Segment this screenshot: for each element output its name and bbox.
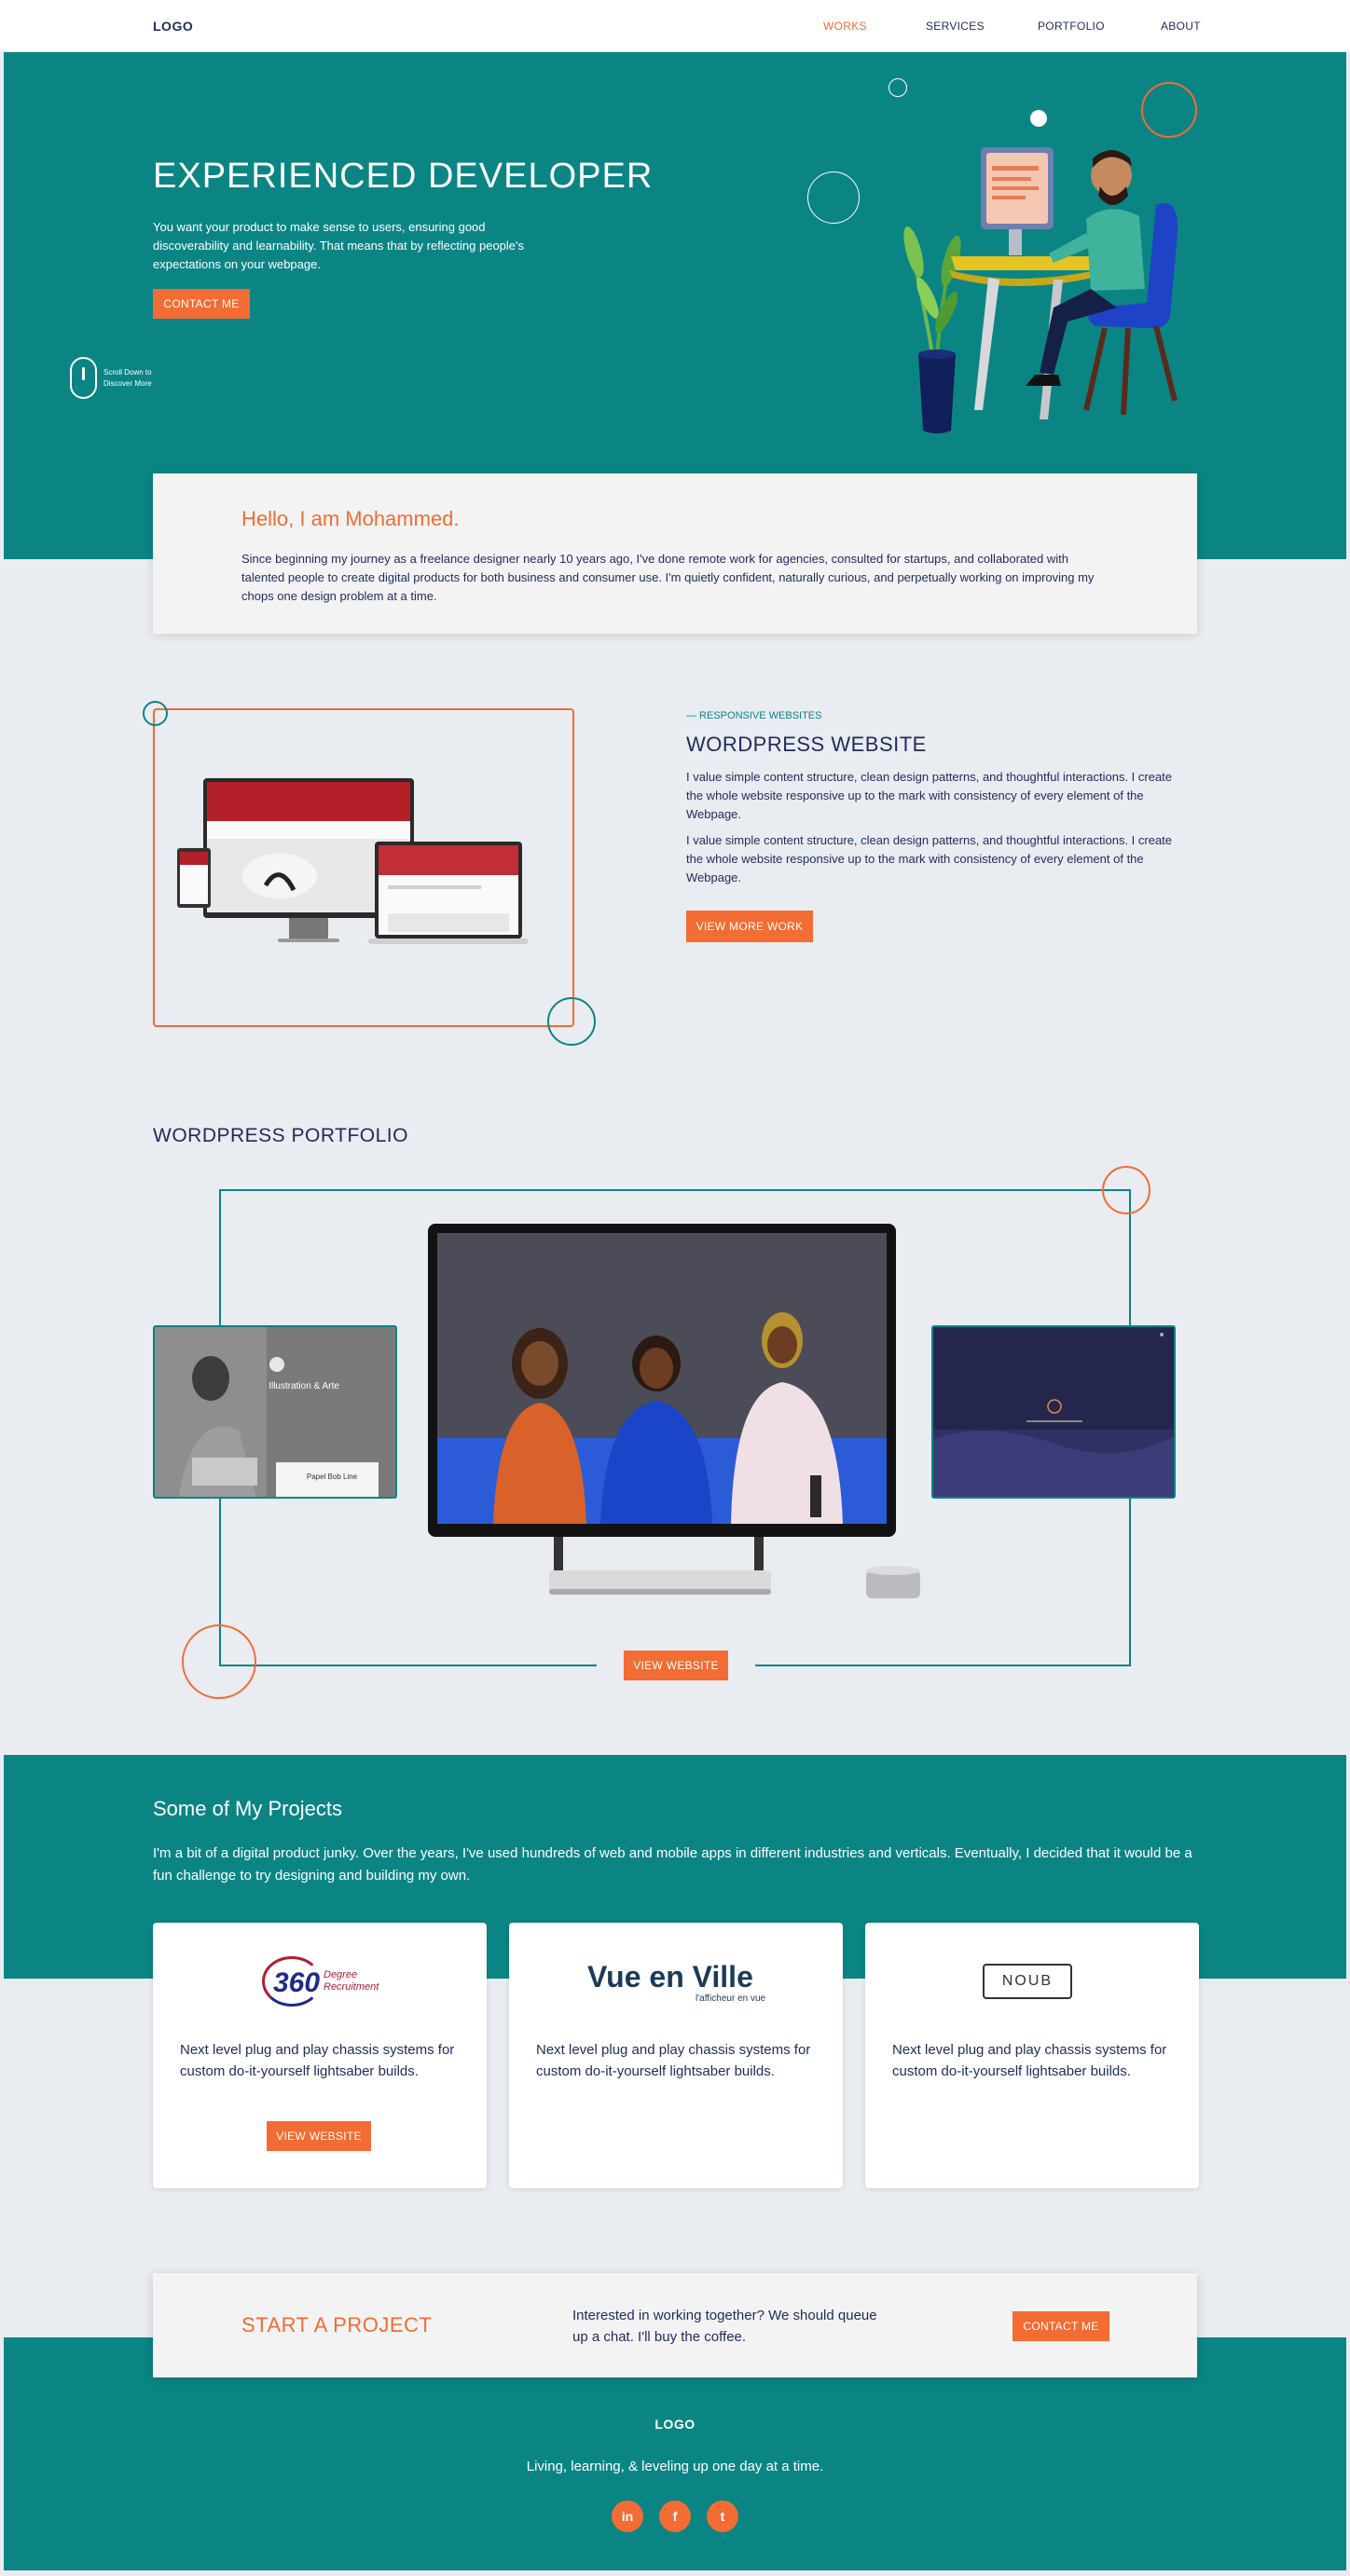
- project-logo-vue-en-ville: Vue en Ville: [587, 1960, 753, 1994]
- portfolio-thumb-right-image: [933, 1327, 1174, 1497]
- footer-logo[interactable]: LOGO: [0, 2417, 1350, 2432]
- view-website-button[interactable]: VIEW WEBSITE: [624, 1651, 728, 1680]
- decor-ring-teal-small: [143, 701, 168, 726]
- about-card: Hello, I am Mohammed. Since beginning my…: [153, 473, 1197, 634]
- project-card[interactable]: 360 Degree Recruitment Next level plug a…: [153, 1923, 487, 2188]
- mouse-scroll-icon[interactable]: [70, 357, 97, 399]
- portfolio-thumb-left-card: Papel Bob Line: [306, 1473, 358, 1481]
- portfolio-thumb-left[interactable]: Illustration & Arte Papel Bob Line: [153, 1325, 397, 1499]
- logo-degree-text: Degree: [324, 1969, 358, 1980]
- decor-ring-orange: [1141, 82, 1197, 138]
- project-card-text: Next level plug and play chassis systems…: [536, 2042, 811, 2079]
- project-card-text: Next level plug and play chassis systems…: [180, 2042, 455, 2079]
- hero-text: You want your product to make sense to u…: [153, 220, 524, 271]
- project-card-text: Next level plug and play chassis systems…: [892, 2042, 1167, 2079]
- nav-item-portfolio[interactable]: PORTFOLIO: [1038, 20, 1105, 33]
- portfolio-title: WORDPRESS PORTFOLIO: [153, 1125, 408, 1146]
- responsive-devices-mockup[interactable]: [177, 774, 541, 960]
- logo[interactable]: LOGO: [153, 19, 193, 34]
- portfolio-monitor-mockup[interactable]: [428, 1224, 931, 1606]
- project-logo-tagline: l'afficheur en vue: [696, 1994, 766, 2004]
- decor-ring-teal: [547, 997, 596, 1046]
- responsive-paragraph: I value simple content structure, clean …: [686, 770, 1173, 821]
- view-website-button[interactable]: VIEW WEBSITE: [267, 2121, 371, 2151]
- start-project-title: START A PROJECT: [241, 2313, 433, 2336]
- project-logo-noub: NOUB: [983, 1964, 1072, 1999]
- footer-tagline: Living, learning, & leveling up one day …: [526, 2459, 824, 2474]
- project-logo-360: 360 Degree Recruitment: [262, 1956, 383, 2012]
- portfolio-thumb-right[interactable]: [931, 1325, 1176, 1499]
- scroll-hint-line2: Discover More: [103, 379, 152, 388]
- logo-recruitment-text: Recruitment: [324, 1981, 379, 1993]
- portfolio-thumb-left-caption: Illustration & Arte: [269, 1381, 339, 1391]
- top-navbar: LOGO WORKS SERVICES PORTFOLIO ABOUT: [0, 0, 1350, 52]
- scroll-hint-line1: Scroll Down to: [103, 368, 152, 377]
- project-card[interactable]: NOUB Next level plug and play chassis sy…: [865, 1923, 1199, 2188]
- projects-text: I'm a bit of a digital product junky. Ov…: [153, 1845, 1192, 1884]
- start-project-text: Interested in working together? We shoul…: [572, 2308, 877, 2345]
- about-text: Since beginning my journey as a freelanc…: [241, 552, 1095, 603]
- nav-item-services[interactable]: SERVICES: [926, 20, 985, 33]
- contact-me-button[interactable]: CONTACT ME: [1012, 2311, 1109, 2341]
- twitter-icon[interactable]: t: [707, 2501, 738, 2532]
- about-title: Hello, I am Mohammed.: [241, 507, 460, 530]
- responsive-eyebrow: — RESPONSIVE WEBSITES: [686, 710, 822, 721]
- nav-item-about[interactable]: ABOUT: [1161, 20, 1201, 33]
- nav-item-works[interactable]: WORKS: [823, 20, 867, 33]
- facebook-icon[interactable]: f: [659, 2501, 691, 2532]
- developer-at-desk-illustration: [903, 147, 1178, 433]
- decor-dot: [1030, 110, 1047, 127]
- start-project-card: START A PROJECT Interested in working to…: [153, 2273, 1197, 2377]
- contact-me-button[interactable]: CONTACT ME: [153, 289, 250, 319]
- project-card[interactable]: Vue en Ville l'afficheur en vue Next lev…: [509, 1923, 843, 2188]
- logo-360-text: 360: [273, 1967, 321, 1998]
- linkedin-icon[interactable]: in: [612, 2501, 643, 2532]
- projects-title: Some of My Projects: [153, 1797, 342, 1820]
- hero-title: EXPERIENCED DEVELOPER: [153, 157, 654, 196]
- view-more-work-button[interactable]: VIEW MORE WORK: [686, 911, 813, 942]
- decor-ring-orange: [1102, 1166, 1150, 1214]
- responsive-title: WORDPRESS WEBSITE: [686, 733, 927, 756]
- scroll-hint: Scroll Down to Discover More: [103, 367, 169, 390]
- responsive-paragraph: I value simple content structure, clean …: [686, 833, 1173, 884]
- decor-ring-white: [807, 171, 860, 224]
- decor-ring-orange-large: [182, 1624, 256, 1699]
- decor-ring-small: [889, 78, 907, 97]
